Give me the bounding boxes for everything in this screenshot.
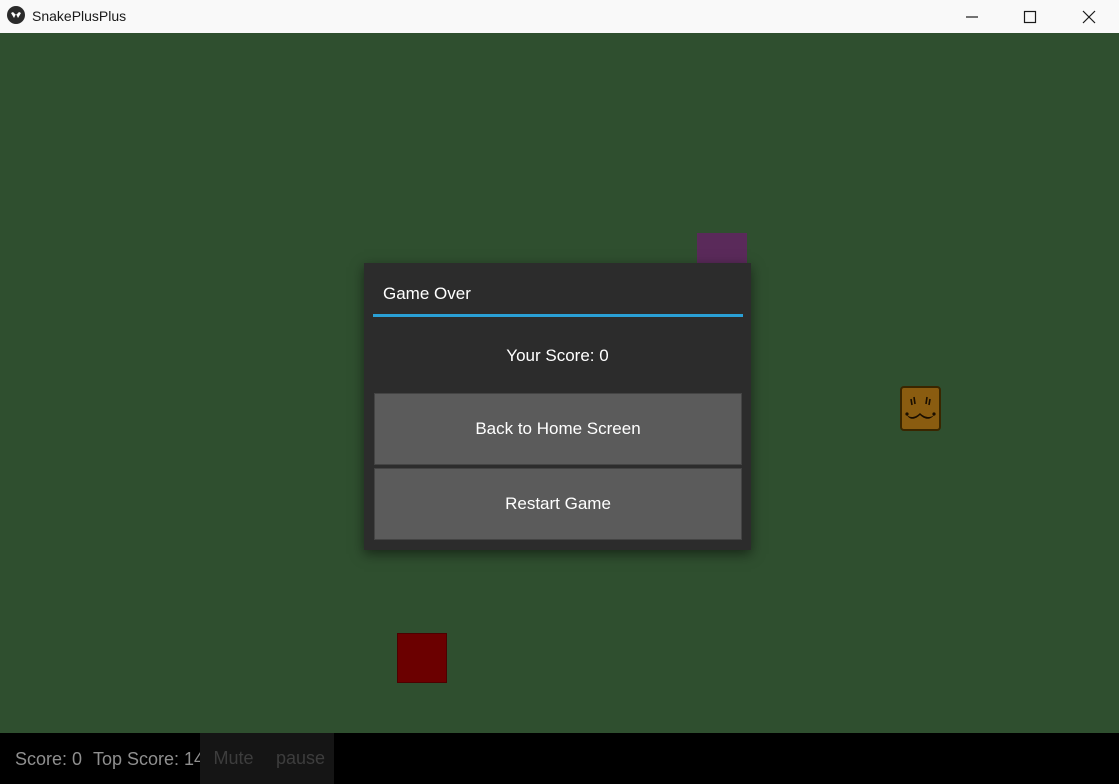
- mute-button[interactable]: Mute: [200, 733, 267, 784]
- restart-game-button[interactable]: Restart Game: [374, 468, 742, 540]
- back-to-home-button[interactable]: Back to Home Screen: [374, 393, 742, 465]
- game-over-dialog: Game Over Your Score: 0 Back to Home Scr…: [364, 263, 751, 550]
- close-button[interactable]: [1060, 0, 1118, 33]
- final-score: Your Score: 0: [506, 346, 609, 365]
- purple-block: [697, 233, 747, 263]
- score-label: Score: 0: [15, 749, 83, 769]
- bottom-status-bar: Score: 0 Top Score: 14 Mute pause: [0, 733, 1119, 784]
- top-score-label: Top Score: 14: [93, 749, 205, 769]
- pause-button[interactable]: pause: [267, 733, 334, 784]
- minimize-button[interactable]: [943, 0, 1001, 33]
- close-icon: [1082, 10, 1096, 23]
- red-food-block: [397, 633, 447, 683]
- maximize-icon: [1023, 10, 1037, 23]
- dialog-title: Game Over: [383, 284, 471, 303]
- minimize-icon: [966, 15, 978, 18]
- kivy-icon: [7, 6, 25, 24]
- window-title: SnakePlusPlus: [32, 8, 127, 24]
- maximize-button[interactable]: [1001, 0, 1059, 33]
- mustache-face-powerup: [900, 386, 941, 431]
- dialog-title-divider: [373, 314, 743, 317]
- window-titlebar: SnakePlusPlus: [0, 0, 1119, 33]
